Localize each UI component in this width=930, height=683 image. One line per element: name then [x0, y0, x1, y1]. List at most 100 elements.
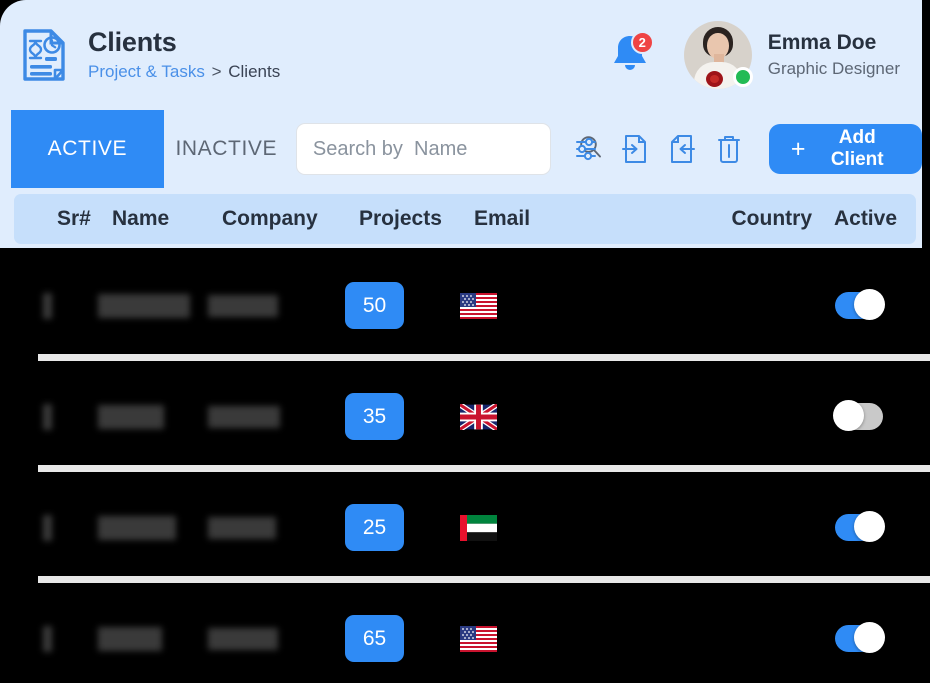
page-title: Clients [88, 26, 177, 57]
toggle-knob [854, 622, 885, 653]
table-row[interactable]: 65 [0, 583, 930, 683]
cell-sr [0, 403, 98, 430]
user-role: Graphic Designer [767, 58, 900, 78]
table-row[interactable]: 35 [0, 361, 930, 472]
column-header-active[interactable]: Active [812, 207, 916, 231]
redacted-value [43, 403, 52, 430]
cell-email [460, 625, 680, 652]
cell-company [208, 516, 345, 539]
breadcrumb-parent[interactable]: Project & Tasks [88, 62, 205, 81]
redacted-value [43, 514, 52, 541]
uae-flag-icon [460, 514, 497, 541]
tab-inactive-clients[interactable]: INACTIVE [164, 110, 289, 188]
active-toggle[interactable] [835, 289, 885, 320]
row-separator [38, 576, 930, 583]
brand: Clients Project & Tasks > Clients [18, 25, 280, 85]
row-separator [38, 465, 930, 472]
add-client-button[interactable]: + Add Client [768, 124, 922, 174]
notification-button[interactable]: 2 [606, 29, 654, 81]
projects-badge: 65 [345, 615, 404, 662]
clients-page: Clients Project & Tasks > Clients 2 Emma… [0, 0, 930, 683]
cell-company [208, 627, 345, 650]
document-hourglass-clock-icon [18, 25, 70, 85]
brand-text: Clients Project & Tasks > Clients [88, 26, 280, 83]
cell-projects: 65 [345, 615, 460, 662]
us-flag-icon [460, 625, 497, 652]
table-header: Sr# Name Company Projects Email Country … [14, 194, 916, 244]
column-header-projects[interactable]: Projects [359, 207, 474, 231]
cell-email [460, 514, 680, 541]
column-header-sr[interactable]: Sr# [14, 207, 112, 231]
page-header: Clients Project & Tasks > Clients 2 Emma… [0, 0, 922, 110]
active-toggle[interactable] [835, 511, 885, 542]
column-header-company[interactable]: Company [222, 207, 359, 231]
cell-active [798, 622, 902, 653]
column-header-email[interactable]: Email [474, 207, 694, 231]
cell-active [798, 289, 902, 320]
projects-badge: 25 [345, 504, 404, 551]
cell-sr [0, 514, 98, 541]
toggle-knob [854, 289, 885, 320]
toggle-knob [833, 400, 864, 431]
cell-company [208, 294, 345, 317]
toggle-knob [854, 511, 885, 542]
user-name: Emma Doe [767, 31, 877, 55]
toolbar: ACTIVE INACTIVE Search by Name + Add Cli… [0, 110, 922, 188]
table-row[interactable]: 50 [0, 250, 930, 361]
user-info[interactable]: Emma Doe Graphic Designer [768, 31, 900, 78]
table-body: 50 35 25 65 [0, 250, 930, 683]
cell-email [460, 292, 680, 319]
uk-flag-icon [460, 403, 497, 430]
projects-badge: 50 [345, 282, 404, 329]
cell-name [98, 515, 208, 540]
cell-projects: 50 [345, 282, 460, 329]
redacted-value [98, 515, 176, 540]
cell-projects: 25 [345, 504, 460, 551]
avatar[interactable] [683, 21, 753, 89]
redacted-value [98, 293, 190, 318]
online-status-indicator [732, 67, 753, 87]
table-row[interactable]: 25 [0, 472, 930, 583]
header-right: 2 Emma Doe Graphic Designer [606, 21, 900, 89]
redacted-value [43, 292, 52, 319]
cell-name [98, 626, 208, 651]
row-separator [38, 354, 930, 361]
redacted-value [98, 626, 162, 651]
redacted-value [43, 625, 52, 652]
cell-name [98, 404, 208, 429]
projects-badge: 35 [345, 393, 404, 440]
us-flag-icon [460, 292, 497, 319]
column-header-country[interactable]: Country [694, 207, 813, 231]
trash-icon[interactable] [714, 133, 744, 165]
cell-sr [0, 625, 98, 652]
cell-projects: 35 [345, 393, 460, 440]
breadcrumb: Project & Tasks > Clients [88, 62, 280, 82]
cell-name [98, 293, 208, 318]
redacted-value [208, 294, 278, 317]
redacted-value [208, 405, 280, 428]
active-toggle[interactable] [835, 622, 885, 653]
redacted-value [98, 404, 164, 429]
column-header-name[interactable]: Name [112, 207, 222, 231]
search-input[interactable] [312, 137, 578, 161]
filter-sliders-icon[interactable] [573, 133, 603, 165]
notification-count-badge: 2 [630, 31, 654, 54]
cell-active [798, 511, 902, 542]
cell-active [798, 400, 902, 431]
avatar-rose [705, 71, 723, 87]
breadcrumb-current: Clients [228, 62, 281, 82]
import-file-icon[interactable] [620, 133, 650, 165]
corner-mask [922, 0, 930, 8]
cell-company [208, 405, 345, 428]
redacted-value [208, 627, 278, 650]
search-box[interactable] [295, 123, 601, 175]
cell-sr [0, 292, 98, 319]
breadcrumb-separator: > [211, 62, 222, 82]
active-toggle[interactable] [833, 400, 883, 431]
redacted-value [208, 516, 276, 539]
plus-icon: + [790, 134, 806, 163]
tab-active-clients[interactable]: ACTIVE [11, 110, 164, 188]
export-file-icon[interactable] [667, 133, 697, 165]
cell-email [460, 403, 680, 430]
add-client-label: Add Client [830, 127, 884, 170]
